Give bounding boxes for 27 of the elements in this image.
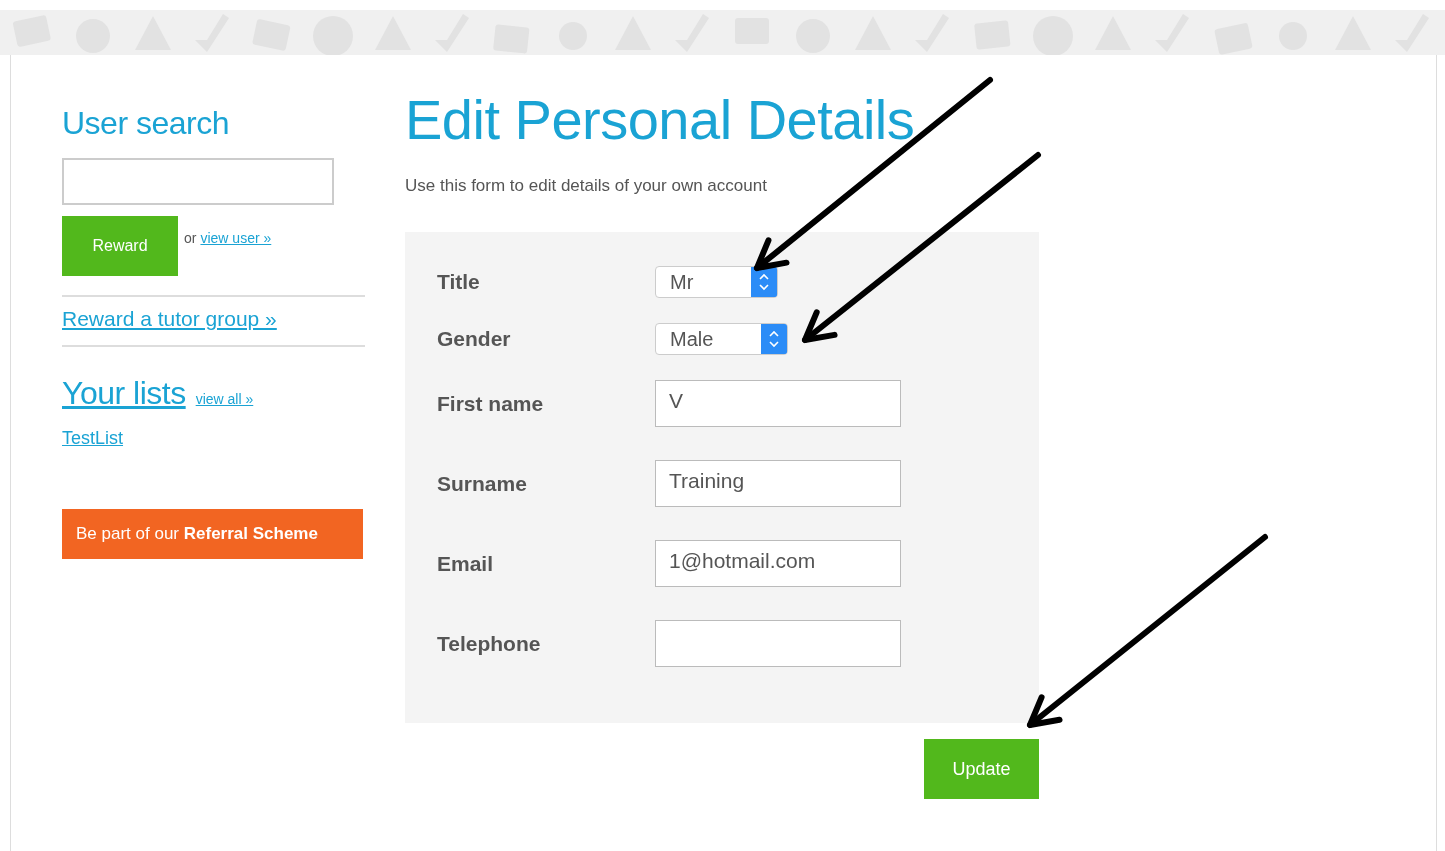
stepper-icon	[761, 324, 787, 354]
input-field[interactable]	[655, 620, 901, 667]
dropdown[interactable]: Male	[655, 323, 788, 355]
reward-button[interactable]: Reward	[62, 216, 178, 276]
search-field[interactable]	[62, 158, 334, 205]
field-label: Telephone	[437, 631, 542, 656]
stepper-icon	[751, 267, 777, 297]
update-button[interactable]: Update	[924, 739, 1039, 799]
input-field[interactable]: V	[655, 380, 901, 427]
list-link[interactable]: TestList	[62, 428, 124, 449]
referral-button[interactable]: Be part of our Referral Scheme	[62, 509, 363, 559]
field-label: Surname	[437, 471, 528, 496]
lists-heading-link[interactable]: Your lists	[62, 375, 186, 412]
section-heading: User search	[62, 105, 230, 142]
field-label: Title	[437, 270, 481, 294]
tutor-group-link[interactable]: Reward a tutor group »	[62, 307, 277, 331]
field-label: First name	[437, 391, 545, 416]
dropdown[interactable]: Mr	[655, 266, 778, 298]
or-text: or	[184, 230, 197, 246]
input-field[interactable]: Training	[655, 460, 901, 507]
view-user-link[interactable]: view user »	[200, 230, 272, 246]
field-label: Email	[437, 551, 495, 576]
page-title: Edit Personal Details	[405, 87, 916, 152]
field-label: Gender	[437, 327, 512, 351]
view-all-link[interactable]: view all »	[195, 391, 254, 407]
input-field[interactable]: 1@hotmail.com	[655, 540, 901, 587]
intro-text: Use this form to edit details of your own account	[405, 176, 768, 196]
